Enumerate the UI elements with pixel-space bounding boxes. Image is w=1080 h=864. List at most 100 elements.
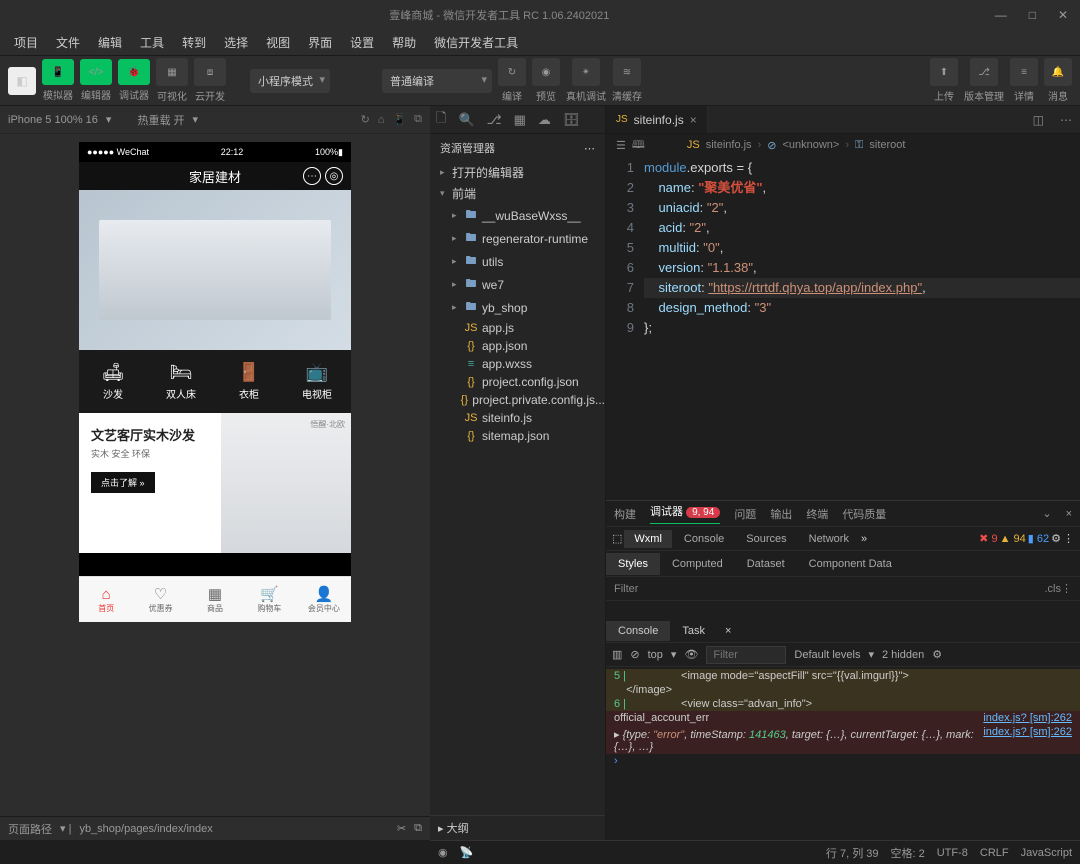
category-item[interactable]: 🚪衣柜	[215, 350, 283, 413]
filter-input[interactable]: Filter	[614, 583, 638, 595]
spaces[interactable]: 空格: 2	[891, 845, 925, 861]
menu-item[interactable]: 编辑	[90, 31, 130, 54]
chevron-down-icon[interactable]: ⌄	[1042, 507, 1051, 520]
levels-select[interactable]: Default levels	[794, 649, 860, 661]
tab-coupon[interactable]: ♡优惠券	[133, 577, 187, 622]
messages-button[interactable]: 🔔消息	[1044, 58, 1072, 103]
files-icon[interactable]: 🗋	[436, 109, 446, 131]
visual-toggle[interactable]: ▦可视化	[156, 58, 188, 103]
device-select[interactable]: iPhone 5 100% 16	[8, 114, 98, 126]
tree-folder[interactable]: ▸🖿__wuBaseWxss__	[430, 204, 605, 227]
cloud-icon[interactable]: ☁	[538, 112, 551, 128]
route-path[interactable]: yb_shop/pages/index/index	[79, 823, 212, 835]
menu-item[interactable]: 文件	[48, 31, 88, 54]
menu-item[interactable]: 转到	[174, 31, 214, 54]
tree-folder[interactable]: ▸🖿we7	[430, 273, 605, 296]
tree-file[interactable]: {}sitemap.json	[430, 427, 605, 445]
info-count[interactable]: ▮ 62	[1028, 532, 1049, 545]
terminal-tab[interactable]: 终端	[806, 506, 828, 522]
cls-button[interactable]: .cls	[1045, 583, 1062, 595]
category-item[interactable]: 🛏双人床	[147, 350, 215, 413]
tree-file[interactable]: {}project.config.json	[430, 373, 605, 391]
minimize-icon[interactable]: ―	[991, 6, 1011, 24]
menu-icon[interactable]: ⋯	[303, 167, 321, 185]
category-item[interactable]: 🛋沙发	[79, 350, 147, 413]
error-count[interactable]: ✖ 9	[979, 532, 997, 545]
detail-button[interactable]: 点击了解 »	[91, 472, 155, 493]
debugger-toggle[interactable]: 🐞调试器	[118, 59, 150, 102]
ext-icon[interactable]: ▦	[514, 112, 526, 128]
preview-button[interactable]: ◉预览	[532, 58, 560, 103]
broadcast-icon[interactable]: 📡	[460, 846, 474, 859]
split-icon[interactable]: ◫	[1025, 113, 1052, 127]
close-tab-icon[interactable]: ×	[690, 113, 697, 127]
maximize-icon[interactable]: □	[1025, 6, 1040, 24]
warning-count[interactable]: ▲ 94	[1000, 533, 1026, 545]
task-subtab[interactable]: Task	[670, 621, 717, 641]
feedback-icon[interactable]: ◉	[438, 846, 448, 859]
compile-select[interactable]: 普通编译	[382, 69, 492, 93]
context-select[interactable]: top	[648, 649, 663, 661]
tree-file[interactable]: {}project.private.config.js...	[430, 391, 605, 409]
cut-icon[interactable]: ✂	[397, 822, 406, 835]
close-icon[interactable]: ×	[1066, 508, 1072, 520]
menu-item[interactable]: 工具	[132, 31, 172, 54]
search-icon[interactable]: 🔍	[458, 112, 474, 128]
more-icon[interactable]: ⋯	[1052, 113, 1080, 127]
rotate-icon[interactable]: 📱	[392, 113, 406, 126]
close-icon[interactable]: ×	[717, 625, 739, 637]
bookmark-icon[interactable]: 🕮	[632, 136, 645, 155]
tab-user[interactable]: 👤会员中心	[297, 577, 351, 622]
dataset-tab[interactable]: Dataset	[735, 553, 797, 575]
compile-button[interactable]: ↻编译	[498, 58, 526, 103]
hotreload-toggle[interactable]: 热重载 开	[137, 112, 184, 128]
component-tab[interactable]: Component Data	[797, 553, 904, 575]
more-icon[interactable]: ⋯	[584, 142, 595, 155]
banner-image[interactable]	[79, 190, 351, 350]
menu-item[interactable]: 设置	[342, 31, 382, 54]
target-icon[interactable]: ◎	[325, 167, 343, 185]
cursor-pos[interactable]: 行 7, 列 39	[826, 845, 879, 861]
tree-file[interactable]: ≡app.wxss	[430, 355, 605, 373]
menu-item[interactable]: 选择	[216, 31, 256, 54]
sidebar-icon[interactable]: ▥	[612, 648, 622, 661]
menu-item[interactable]: 视图	[258, 31, 298, 54]
output-tab[interactable]: 输出	[770, 506, 792, 522]
upload-button[interactable]: ⬆上传	[930, 58, 958, 103]
quality-tab[interactable]: 代码质量	[842, 506, 886, 522]
build-tab[interactable]: 构建	[614, 506, 636, 522]
console-tab[interactable]: Console	[674, 530, 734, 548]
menu-item[interactable]: 帮助	[384, 31, 424, 54]
tab-cart[interactable]: 🛒购物车	[242, 577, 296, 622]
tree-file[interactable]: {}app.json	[430, 337, 605, 355]
product-card[interactable]: 文艺客厅实木沙发实木 安全 环保点击了解 » 悟醒·北欧	[79, 413, 351, 553]
app-icon[interactable]: ◧	[8, 67, 36, 95]
menu-icon[interactable]: ⋮	[1063, 532, 1074, 545]
debugger-tab[interactable]: 调试器 9, 94	[650, 503, 720, 524]
problems-tab[interactable]: 问题	[734, 506, 756, 522]
styles-tab[interactable]: Styles	[606, 553, 660, 575]
console-subtab[interactable]: Console	[606, 621, 670, 641]
code-editor[interactable]: 123456789 module.exports = { name: "聚美优省…	[606, 156, 1080, 500]
menu-item[interactable]: 项目	[6, 31, 46, 54]
home-icon[interactable]: ⌂	[378, 114, 385, 126]
tree-file[interactable]: JSsiteinfo.js	[430, 409, 605, 427]
source-link[interactable]: index.js? [sm]:262	[983, 712, 1072, 724]
editor-tab[interactable]: JSsiteinfo.js×	[606, 106, 708, 133]
cloud-toggle[interactable]: ⧈云开发	[194, 58, 226, 103]
breadcrumb[interactable]: ☰ 🕮 JS siteinfo.js› ⊘ <unknown>› ⚿ siter…	[606, 134, 1080, 156]
db-icon[interactable]: 🗄	[563, 112, 580, 128]
mode-select[interactable]: 小程序模式	[250, 69, 330, 93]
lang[interactable]: JavaScript	[1021, 847, 1072, 859]
source-link[interactable]: index.js? [sm]:262	[983, 726, 1072, 738]
menu-item[interactable]: 界面	[300, 31, 340, 54]
tab-goods[interactable]: ▦商品	[188, 577, 242, 622]
tree-folder[interactable]: ▸🖿yb_shop	[430, 296, 605, 319]
tree-folder[interactable]: ▸🖿regenerator-runtime	[430, 227, 605, 250]
more-tabs-icon[interactable]: »	[861, 533, 867, 545]
eye-icon[interactable]: 👁	[684, 648, 698, 661]
gear-icon[interactable]: ⚙	[1051, 532, 1061, 545]
bookmark-icon[interactable]: ☰	[616, 139, 626, 152]
sources-tab[interactable]: Sources	[736, 530, 796, 548]
phone-simulator[interactable]: ●●●●● WeChat22:12100% ▮ 家居建材⋯◎ 🛋沙发 🛏双人床 …	[79, 142, 351, 622]
